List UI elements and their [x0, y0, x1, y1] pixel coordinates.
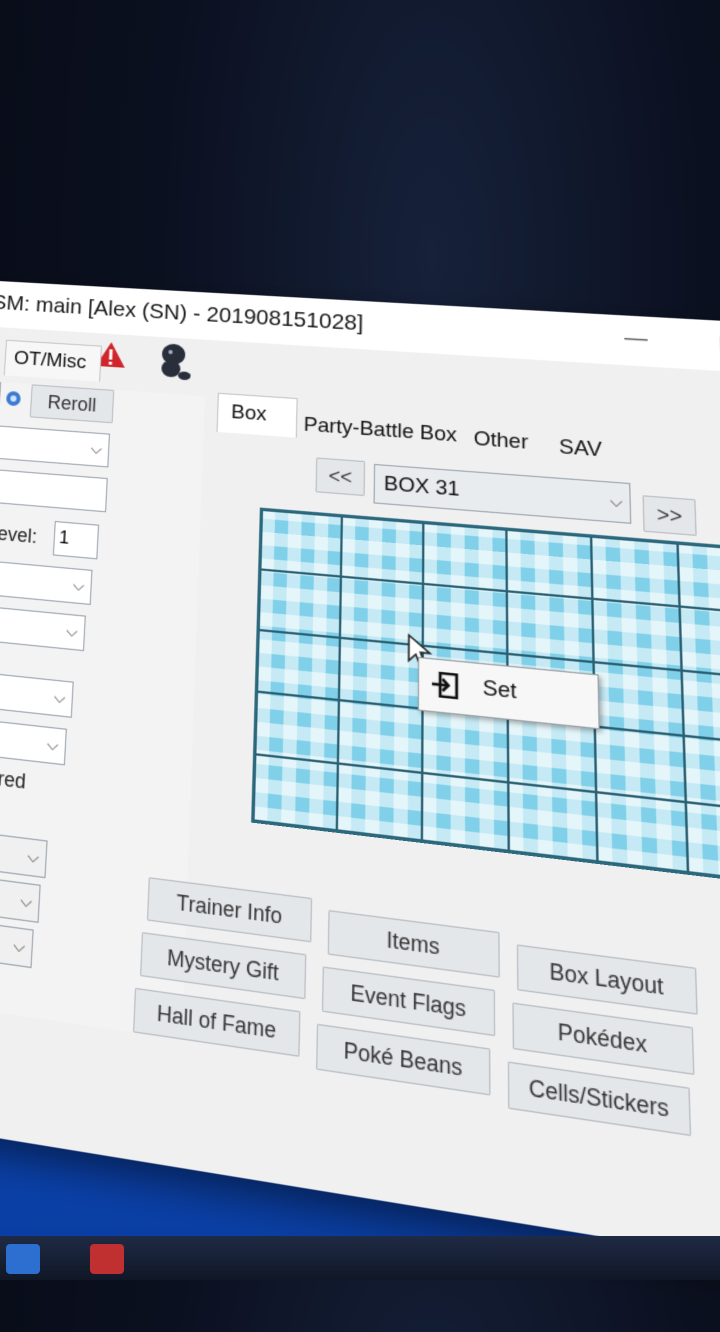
minimize-button[interactable]: — [624, 326, 648, 352]
nickname-field[interactable]: v [0, 466, 108, 513]
region-dropdown[interactable]: ) ⌵ [0, 916, 34, 969]
box-slot[interactable] [258, 569, 341, 638]
species-dropdown[interactable]: w ⌵ [0, 423, 110, 468]
browser-icon[interactable] [6, 1244, 40, 1274]
box-slot[interactable] [337, 700, 423, 773]
nature-dropdown[interactable]: ⌵ [0, 557, 93, 606]
reroll-button[interactable]: Reroll [29, 384, 115, 424]
app-icon[interactable] [90, 1244, 124, 1274]
tab-sav[interactable]: SAV [559, 435, 602, 463]
box-slot[interactable] [423, 522, 507, 592]
box-slot[interactable] [683, 735, 720, 813]
event-flags-button[interactable]: Event Flags [321, 966, 496, 1037]
chevron-down-icon: ⌵ [26, 846, 40, 867]
taskbar [0, 1236, 720, 1280]
window-title: SM: main [Alex (SN) - 201908151028] [0, 290, 364, 336]
chevron-down-icon: ⌵ [46, 734, 59, 755]
box-select-dropdown[interactable]: BOX 31 ⌵ [373, 463, 632, 524]
box-slot[interactable] [681, 670, 720, 746]
box-slot[interactable] [336, 763, 423, 841]
pokemon-sprite-icon [161, 343, 191, 381]
box-slot[interactable] [593, 662, 684, 736]
context-menu-item-label: Set [482, 676, 517, 705]
held-item-dropdown[interactable]: 1) ⌵ [0, 669, 74, 718]
box-slot[interactable] [422, 583, 508, 654]
country-dropdown[interactable]: ⌵ [0, 871, 41, 923]
box-slot[interactable] [596, 792, 689, 873]
tab-ot-misc[interactable]: OT/Misc [13, 347, 87, 374]
box-slot[interactable] [421, 772, 509, 851]
items-button[interactable]: Items [327, 909, 500, 978]
tab-other[interactable]: Other [474, 427, 529, 455]
box-slot[interactable] [508, 782, 598, 862]
box-slot[interactable] [679, 606, 720, 680]
cells-stickers-button[interactable]: Cells/Stickers [507, 1061, 692, 1137]
box-select-value: BOX 31 [383, 472, 460, 502]
tab-party-battle-box[interactable]: Party-Battle Box [303, 413, 456, 448]
level-field[interactable]: 1 [52, 520, 100, 560]
box-slot[interactable] [594, 726, 686, 803]
box-slot[interactable] [506, 529, 593, 599]
chevron-down-icon: ⌵ [53, 687, 66, 707]
box-slot[interactable] [685, 802, 720, 884]
set-icon [431, 671, 459, 700]
pid-field[interactable]: 00 [0, 380, 2, 416]
box-slot[interactable] [506, 591, 594, 663]
box-slot[interactable] [255, 691, 339, 764]
poke-beans-button[interactable]: Poké Beans [316, 1023, 491, 1096]
box-slot[interactable] [253, 754, 338, 831]
pokedex-button[interactable]: Pokédex [512, 1002, 695, 1076]
pkhex-window-frame: SM: main [Alex (SN) - 201908151028] — ☐ … [0, 280, 720, 1332]
chevron-down-icon: ⌵ [90, 439, 103, 458]
box-slot[interactable] [260, 509, 342, 577]
tab-box-frame[interactable]: Box [216, 392, 298, 438]
chevron-down-icon: ⌵ [609, 491, 623, 511]
chevron-down-icon: ⌵ [12, 935, 26, 957]
hall-of-fame-button[interactable]: Hall of Fame [133, 987, 301, 1057]
box-slot[interactable] [591, 536, 680, 607]
level-value: 1 [58, 526, 70, 549]
prev-box-button[interactable]: << [315, 457, 366, 497]
chevron-down-icon: ⌵ [19, 890, 33, 912]
next-box-button[interactable]: >> [642, 495, 697, 536]
ball-dropdown[interactable]: ⌵ [0, 715, 67, 766]
box-slot[interactable] [422, 708, 509, 783]
shiny-toggle-icon[interactable] [4, 389, 24, 409]
box-layout-button[interactable]: Box Layout [516, 944, 698, 1015]
tab-ot-misc-frame[interactable]: OT/Misc [3, 339, 102, 382]
box-slot[interactable] [592, 598, 682, 671]
box-slot[interactable] [507, 717, 597, 793]
tab-box[interactable]: Box [231, 401, 267, 427]
ability-dropdown[interactable]: ⌵ [0, 603, 86, 652]
pkhex-window: SM: main [Alex (SN) - 201908151028] — ☐ … [0, 280, 720, 1275]
version-dropdown[interactable]: ⌵ [0, 827, 48, 879]
chevron-down-icon: ⌵ [65, 621, 78, 641]
level-label: Level: [0, 521, 38, 548]
box-slot[interactable] [257, 629, 340, 701]
box-slot[interactable] [677, 543, 720, 615]
chevron-down-icon: ⌵ [72, 575, 85, 595]
cured-label: Cured [0, 764, 27, 794]
box-slot[interactable] [340, 516, 424, 584]
